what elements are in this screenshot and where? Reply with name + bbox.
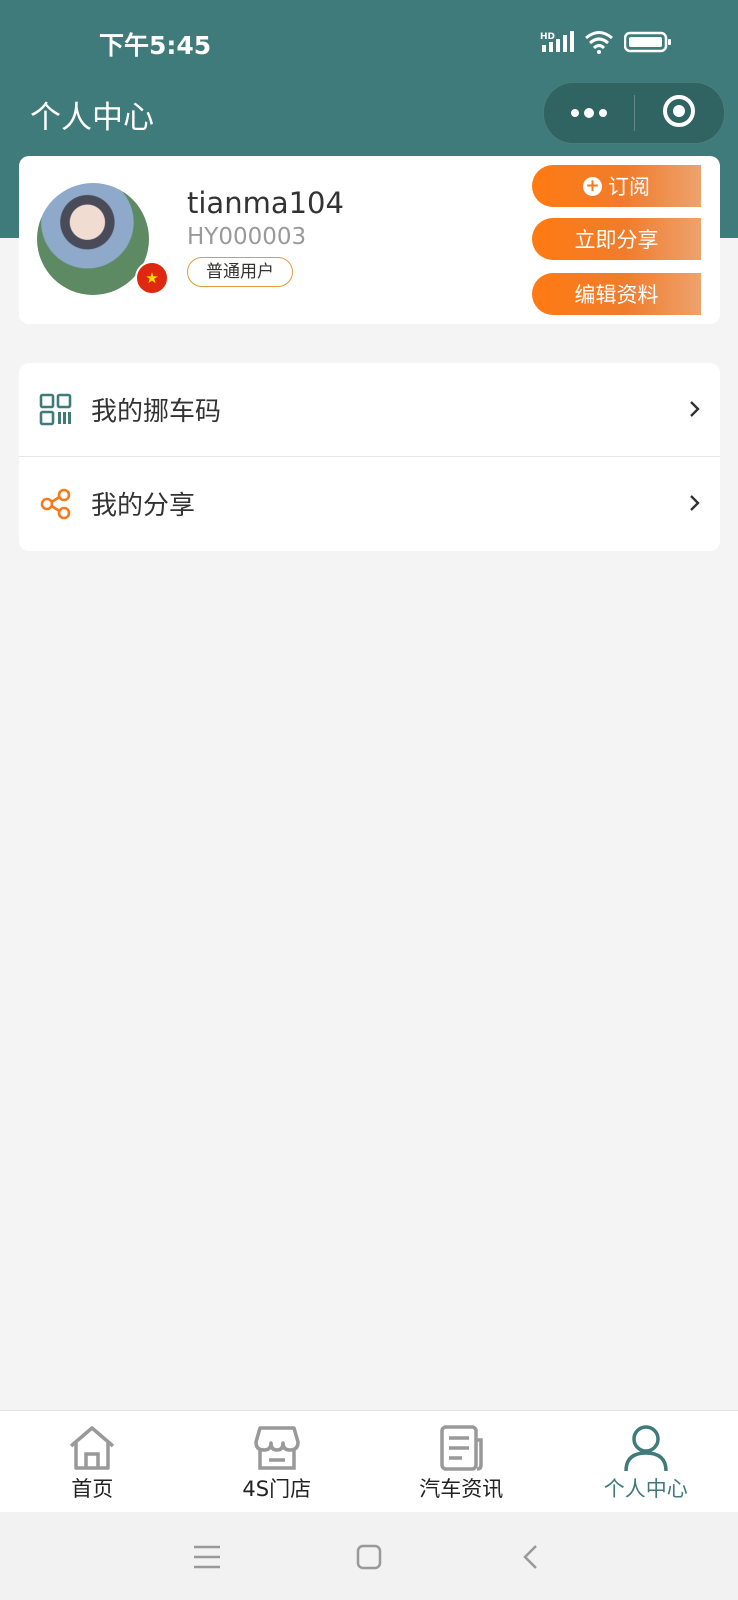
tab-label: 汽车资讯 bbox=[419, 1477, 504, 1501]
menu-lines-icon[interactable] bbox=[193, 1544, 221, 1574]
user-icon bbox=[624, 1425, 668, 1472]
menu-item-move-car-code[interactable]: 我的挪车码 bbox=[19, 363, 720, 456]
edit-profile-button[interactable]: 编辑资料 bbox=[532, 273, 701, 315]
back-arrow-icon[interactable] bbox=[522, 1544, 538, 1574]
menu-item-label: 我的分享 bbox=[91, 491, 196, 521]
tab-label: 4S门店 bbox=[242, 1477, 312, 1501]
miniprogram-capsule bbox=[543, 82, 725, 144]
more-button[interactable] bbox=[544, 83, 634, 143]
plus-circle-icon: + bbox=[583, 176, 602, 196]
signal-icon: HD bbox=[540, 30, 574, 58]
share-now-label: 立即分享 bbox=[574, 228, 659, 252]
home-icon bbox=[70, 1426, 115, 1470]
subscribe-button[interactable]: + 订阅 bbox=[532, 165, 701, 207]
home-square-icon[interactable] bbox=[356, 1544, 382, 1574]
status-icons: HD bbox=[540, 30, 672, 58]
menu-item-label: 我的挪车码 bbox=[91, 397, 222, 427]
share-now-button[interactable]: 立即分享 bbox=[532, 218, 701, 260]
avatar[interactable] bbox=[37, 183, 149, 295]
menu-list: 我的挪车码 我的分享 bbox=[19, 363, 720, 551]
tab-home[interactable]: 首页 bbox=[0, 1411, 185, 1513]
tab-label: 首页 bbox=[71, 1477, 114, 1501]
status-time: 下午5:45 bbox=[99, 31, 212, 60]
system-navigation-bar bbox=[0, 1512, 738, 1600]
subscribe-label: 订阅 bbox=[608, 175, 650, 199]
chevron-right-icon bbox=[689, 494, 700, 512]
page-title: 个人中心 bbox=[30, 100, 154, 136]
chevron-right-icon bbox=[689, 400, 700, 418]
tab-profile[interactable]: 个人中心 bbox=[554, 1411, 738, 1513]
edit-profile-label: 编辑资料 bbox=[574, 283, 659, 307]
tab-label: 个人中心 bbox=[603, 1477, 688, 1501]
news-icon bbox=[440, 1425, 483, 1471]
role-badge: 普通用户 bbox=[187, 257, 293, 287]
target-icon bbox=[662, 94, 696, 132]
more-dots-icon bbox=[569, 104, 609, 123]
store-icon bbox=[254, 1426, 300, 1470]
qr-code-icon bbox=[39, 393, 72, 426]
wifi-icon bbox=[584, 30, 614, 58]
flag-badge-icon: ★ bbox=[135, 261, 169, 295]
tab-4s-store[interactable]: 4S门店 bbox=[185, 1411, 370, 1513]
user-id: HY000003 bbox=[187, 224, 307, 250]
share-nodes-icon bbox=[39, 487, 72, 520]
tab-car-news[interactable]: 汽车资讯 bbox=[369, 1411, 554, 1513]
menu-item-my-share[interactable]: 我的分享 bbox=[19, 456, 720, 550]
close-miniprogram-button[interactable] bbox=[635, 83, 725, 143]
profile-card: ★ tianma104 HY000003 普通用户 + 订阅 立即分享 编辑资料 bbox=[19, 156, 720, 324]
battery-icon bbox=[623, 30, 672, 58]
tab-bar: 首页 4S门店 汽车资讯 个人中心 bbox=[0, 1410, 738, 1513]
username: tianma104 bbox=[187, 186, 344, 220]
network-label: HD bbox=[540, 32, 555, 42]
